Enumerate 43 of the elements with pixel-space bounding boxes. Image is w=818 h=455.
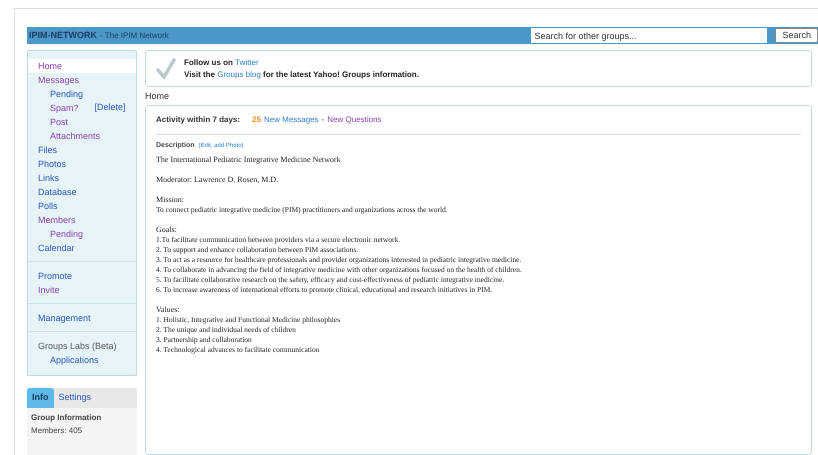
nav-link[interactable]: Messages: [38, 73, 80, 87]
nav-link[interactable]: Applications: [50, 353, 99, 367]
nav-link[interactable]: Invite: [38, 283, 60, 297]
nav-link[interactable]: Attachments: [50, 129, 100, 143]
breadcrumb: Home: [145, 90, 170, 103]
nav-link[interactable]: Spam?: [50, 101, 79, 115]
labs-label: Groups Labs (Beta): [38, 340, 117, 353]
description-heading: Values:: [156, 304, 181, 314]
nav-link[interactable]: Management: [38, 311, 91, 325]
activity-label: Activity within 7 days:: [156, 114, 240, 126]
nav-link[interactable]: Links: [38, 171, 60, 185]
member-count: Members: 405: [30, 425, 84, 436]
separator: -: [322, 114, 324, 126]
description-heading: Mission:: [156, 194, 186, 204]
new-questions-link[interactable]: New Questions: [327, 114, 382, 126]
nav-link[interactable]: Files: [38, 143, 58, 157]
search-button[interactable]: Search: [775, 28, 818, 43]
info-title: Group Information: [30, 412, 102, 423]
info-tab[interactable]: Settings: [54, 388, 96, 408]
group-name: IPIM-NETWORK: [28, 28, 97, 42]
nav-link[interactable]: Post: [50, 115, 68, 129]
nav-link[interactable]: Promote: [38, 269, 72, 283]
message-count: 25: [252, 114, 261, 126]
new-messages-link[interactable]: New Messages: [264, 114, 319, 126]
nav-link[interactable]: Calendar: [38, 241, 75, 255]
nav-link[interactable]: Pending: [50, 227, 84, 241]
nav-link[interactable]: Pending: [50, 87, 84, 101]
blog-text: Visit the Groups blog for the latest Yahoo! Groups information.: [184, 68, 419, 80]
delete-link[interactable]: [Delete]: [94, 101, 126, 115]
nav-link[interactable]: Database: [38, 185, 77, 199]
description-heading: Goals:: [156, 224, 178, 234]
twitter-link[interactable]: Twitter: [235, 58, 259, 66]
nav-link[interactable]: Photos: [38, 157, 66, 171]
blog-link[interactable]: Groups blog: [217, 70, 261, 78]
description-heading: The International Pediatric Integrative Medicine Network: [156, 154, 342, 164]
group-tagline: - The IPIM Network: [99, 30, 169, 42]
nav-link[interactable]: Polls: [38, 199, 58, 213]
search-field[interactable]: Search for other groups...: [531, 28, 768, 43]
follow-text: Follow us on Twitter: [184, 56, 260, 68]
info-tab[interactable]: Info: [27, 388, 54, 408]
nav-link[interactable]: Members: [38, 213, 76, 227]
description-heading: Moderator: Lawrence D. Rosen, M.D.: [156, 174, 280, 184]
checkmark-icon: [156, 58, 176, 80]
